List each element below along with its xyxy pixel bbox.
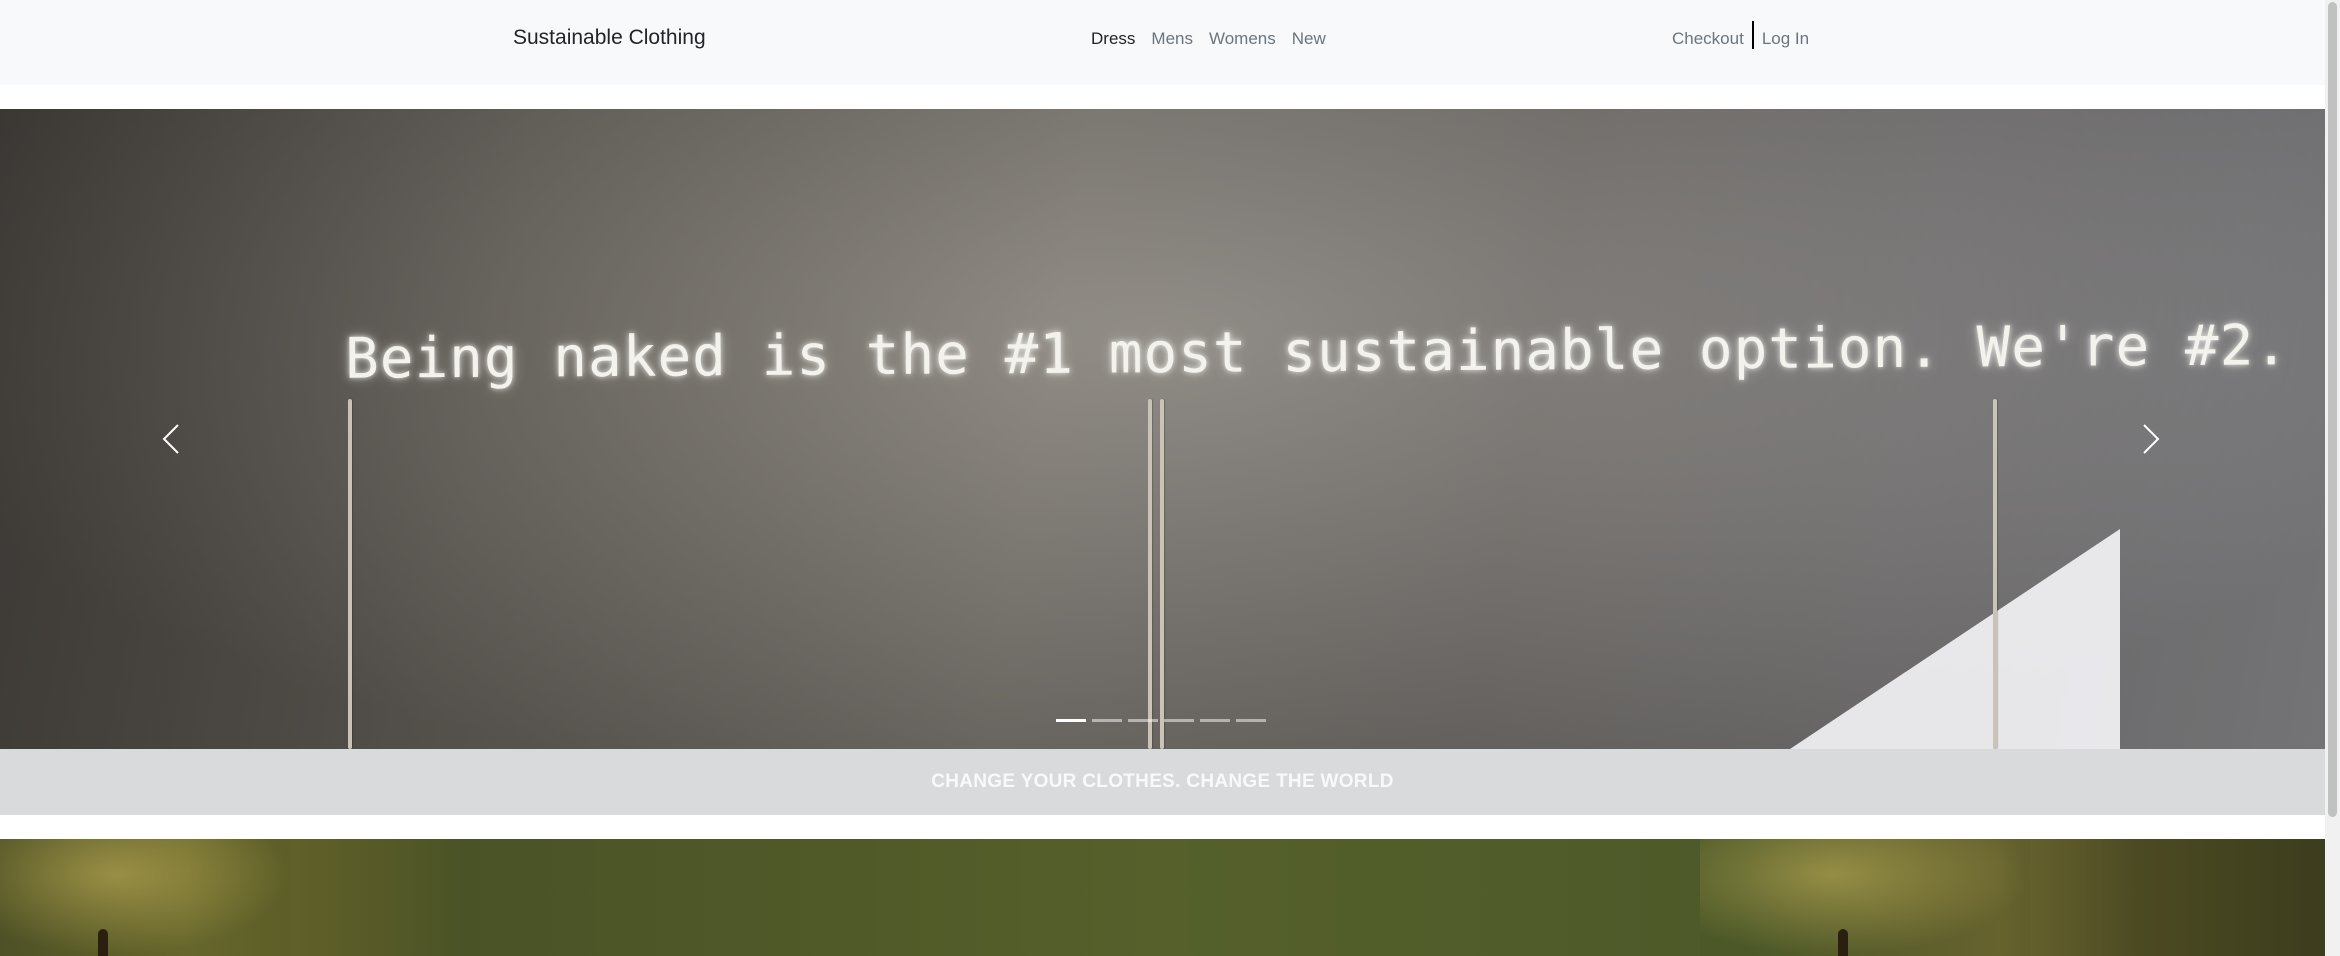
neon-cable bbox=[1148, 399, 1152, 749]
nav-link-dress[interactable]: Dress bbox=[1091, 29, 1135, 49]
plant-stem bbox=[1838, 929, 1848, 956]
nav-divider bbox=[1751, 21, 1754, 49]
chevron-right-icon bbox=[2143, 424, 2160, 454]
nav-link-mens[interactable]: Mens bbox=[1151, 29, 1193, 49]
neon-cable bbox=[348, 399, 352, 749]
strip-blur-right bbox=[1700, 839, 2030, 956]
caption-band: CHANGE YOUR CLOTHES. CHANGE THE WORLD bbox=[0, 749, 2325, 815]
top-navbar: Sustainable Clothing Dress Mens Womens N… bbox=[0, 0, 2325, 85]
carousel-indicator[interactable] bbox=[1164, 719, 1194, 722]
plant-stem bbox=[98, 929, 108, 956]
chevron-left-icon bbox=[162, 424, 179, 454]
carousel-indicator[interactable] bbox=[1236, 719, 1266, 722]
carousel-indicator[interactable] bbox=[1128, 719, 1158, 722]
carousel-indicator[interactable] bbox=[1200, 719, 1230, 722]
carousel-next-button[interactable] bbox=[2130, 409, 2170, 469]
caption-text: CHANGE YOUR CLOTHES. CHANGE THE WORLD bbox=[931, 771, 1394, 792]
account-nav: Checkout Log In bbox=[1672, 21, 1809, 49]
strip-blur-left bbox=[0, 839, 290, 956]
neon-cable bbox=[1993, 399, 1997, 749]
checkout-link[interactable]: Checkout bbox=[1672, 29, 1744, 49]
login-link[interactable]: Log In bbox=[1762, 29, 1809, 49]
main-nav: Dress Mens Womens New bbox=[1091, 29, 1326, 49]
brand-link[interactable]: Sustainable Clothing bbox=[513, 26, 706, 50]
carousel-prev-button[interactable] bbox=[152, 409, 192, 469]
carousel-indicators bbox=[1056, 719, 1266, 722]
scrollbar-thumb[interactable] bbox=[2328, 2, 2337, 817]
page-scrollbar[interactable] bbox=[2325, 0, 2340, 956]
slide-neon-text: Being naked is the #1 most sustainable o… bbox=[344, 313, 2290, 392]
carousel-indicator[interactable] bbox=[1092, 719, 1122, 722]
hero-carousel: Being naked is the #1 most sustainable o… bbox=[0, 109, 2325, 749]
neon-cable bbox=[1160, 399, 1164, 749]
nav-link-new[interactable]: New bbox=[1292, 29, 1326, 49]
carousel-indicator[interactable] bbox=[1056, 719, 1086, 722]
featured-image-strip bbox=[0, 839, 2325, 956]
nav-link-womens[interactable]: Womens bbox=[1209, 29, 1276, 49]
